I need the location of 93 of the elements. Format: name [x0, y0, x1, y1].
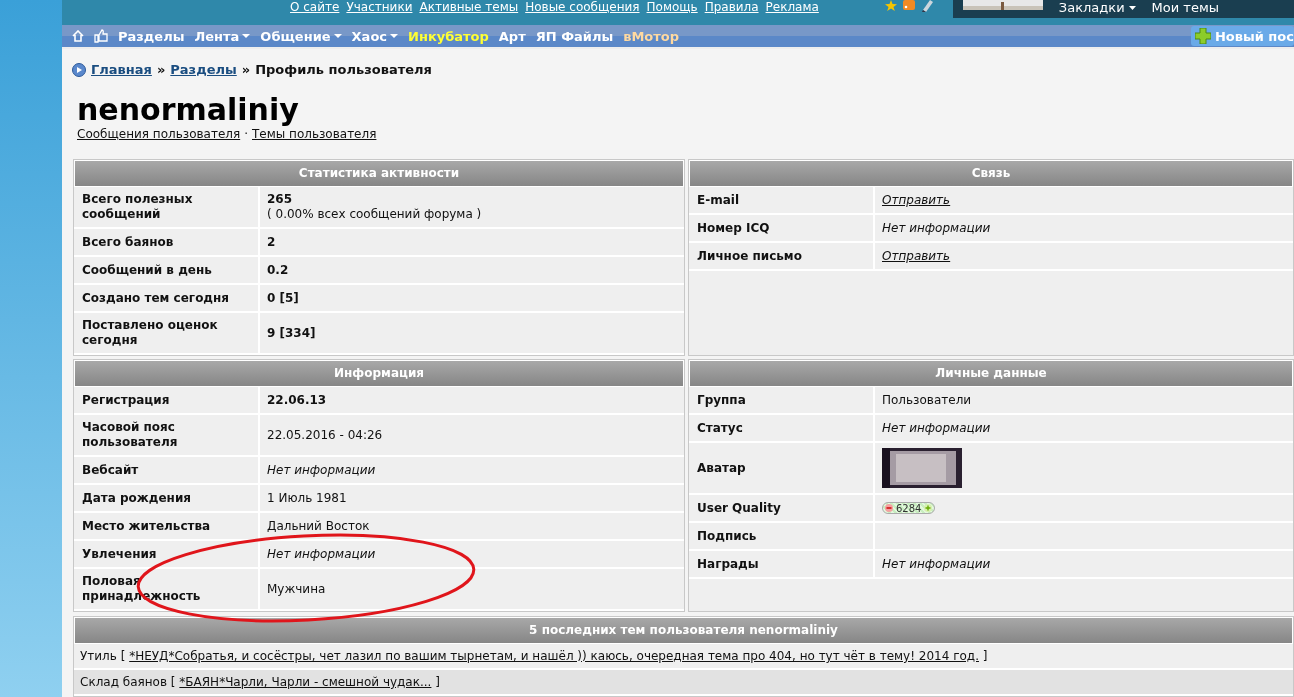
plus-icon — [1194, 28, 1211, 45]
field-value: Нет информации — [882, 420, 991, 436]
bracket-text: [ — [170, 675, 176, 689]
breadcrumb-link[interactable]: Главная — [91, 62, 152, 77]
breadcrumb-current: Профиль пользователя — [255, 62, 432, 77]
account-menu-item[interactable]: Закладки — [1058, 0, 1136, 15]
pencil-icon[interactable] — [920, 0, 933, 12]
header-link[interactable]: Реклама — [765, 0, 819, 14]
caret-icon — [242, 34, 251, 39]
nav-item[interactable]: ЯП Файлы — [535, 28, 614, 44]
nav-item[interactable]: Разделы — [118, 28, 185, 44]
field-value: 22.05.2016 - 04:26 — [267, 427, 383, 443]
field-label: Статус — [689, 415, 875, 441]
field-value: Нет информации — [267, 462, 376, 478]
header-link[interactable]: О сайте — [290, 0, 340, 14]
section-name: Утиль — [80, 649, 117, 663]
nav-item[interactable]: Инкубатор — [408, 28, 489, 44]
nav-item[interactable]: Арт — [498, 28, 526, 44]
field-value: Нет информации — [882, 220, 991, 236]
panel-header: Личные данные — [689, 360, 1293, 387]
user-link[interactable]: Сообщения пользователя — [77, 127, 241, 141]
field-label: Личное письмо — [689, 243, 875, 269]
field-value: Пользователи — [882, 392, 972, 408]
field-label: Всего полезных сообщений — [74, 187, 260, 227]
header-link[interactable]: Помощь — [646, 0, 698, 14]
header-link[interactable]: Участники — [346, 0, 413, 14]
account-menu-item[interactable]: Мои темы — [1151, 0, 1219, 15]
field-label: Подпись — [689, 523, 875, 549]
bracket-text: ] — [982, 649, 988, 663]
breadcrumb-separator: » — [241, 62, 251, 77]
breadcrumb-link[interactable]: Разделы — [170, 62, 237, 77]
field-value: 0 [5] — [267, 290, 299, 306]
field-label: Вебсайт — [74, 457, 260, 483]
field-value: 22.06.13 — [267, 392, 327, 408]
field-value: Нет информации — [882, 556, 991, 572]
breadcrumb-separator: » — [156, 62, 166, 77]
link-separator: · — [244, 127, 248, 141]
bracket-text: ] — [435, 675, 440, 689]
field-label: Увлечения — [74, 541, 260, 567]
field-label: Сообщений в день — [74, 257, 260, 283]
field-value: Дальний Восток — [267, 518, 370, 534]
field-note: ( 0.00% всех сообщений форума ) — [267, 207, 482, 222]
panel-header: Статистика активности — [74, 160, 684, 187]
star-icon[interactable] — [884, 0, 897, 11]
nav-item[interactable]: Общение — [260, 28, 342, 44]
nav-item[interactable]: Хаос — [351, 28, 399, 44]
panel-header: 5 последних тем пользователя nenormaliniy — [74, 617, 1293, 644]
field-label: Часовой пояс пользователя — [74, 415, 260, 455]
caret-icon — [390, 34, 399, 39]
topic-link[interactable]: *НЕУД*Собратья, и сосёстры, чет лазил по вашим тырнетам, и нашёл )) каюсь, очередная тема про 404, но тут чёт в тему! 2014 год. — [129, 649, 979, 663]
nav-item[interactable]: вМотор — [623, 28, 680, 44]
thumbs-up-icon[interactable] — [94, 29, 108, 44]
username-heading: nenormaliniy — [77, 93, 300, 127]
caret-icon — [1128, 5, 1136, 10]
field-label: User Quality — [689, 495, 875, 521]
field-label: Аватар — [689, 443, 875, 493]
field-label: Номер ICQ — [689, 215, 875, 241]
field-label: Поставлено оценок сегодня — [74, 313, 260, 353]
new-post-button[interactable]: Новый пос — [1190, 26, 1294, 47]
field-label: Всего баянов — [74, 229, 260, 255]
send-link[interactable]: Отправить — [882, 248, 951, 264]
field-label: Регистрация — [74, 387, 260, 413]
minus-icon[interactable] — [885, 504, 893, 512]
field-label: E-mail — [689, 187, 875, 213]
caret-icon — [333, 34, 342, 39]
header-link[interactable]: Новые сообщения — [525, 0, 640, 14]
user-link[interactable]: Темы пользователя — [252, 127, 377, 141]
field-label: Создано тем сегодня — [74, 285, 260, 311]
field-value: 9 [334] — [267, 325, 316, 341]
field-value: Мужчина — [267, 581, 326, 597]
panel-header: Информация — [74, 360, 684, 387]
field-value: 1 Июль 1981 — [267, 490, 347, 506]
field-label: Место жительства — [74, 513, 260, 539]
section-name: Склад баянов — [80, 675, 167, 689]
nav-item[interactable]: Лента — [194, 28, 251, 44]
home-icon[interactable] — [72, 30, 84, 43]
rating-badge: 6284 — [882, 502, 936, 514]
panel-header: Связь — [689, 160, 1293, 187]
rss-icon[interactable] — [902, 0, 915, 10]
field-label: Дата рождения — [74, 485, 260, 511]
field-value: 2 — [267, 234, 276, 250]
header-link[interactable]: Правила — [704, 0, 759, 14]
bracket-text: [ — [120, 649, 126, 663]
send-link[interactable]: Отправить — [882, 192, 951, 208]
field-label: Группа — [689, 387, 875, 413]
play-icon — [72, 62, 86, 77]
field-value: 0.2 — [267, 262, 289, 278]
field-value: Нет информации — [267, 546, 376, 562]
plus-icon[interactable] — [924, 504, 933, 512]
field-label: Награды — [689, 551, 875, 577]
field-value: 265 — [267, 192, 294, 207]
header-link[interactable]: Активные темы — [419, 0, 519, 14]
topic-link[interactable]: *БАЯН*Чарли, Чарли - смешной чудак... — [179, 675, 432, 689]
